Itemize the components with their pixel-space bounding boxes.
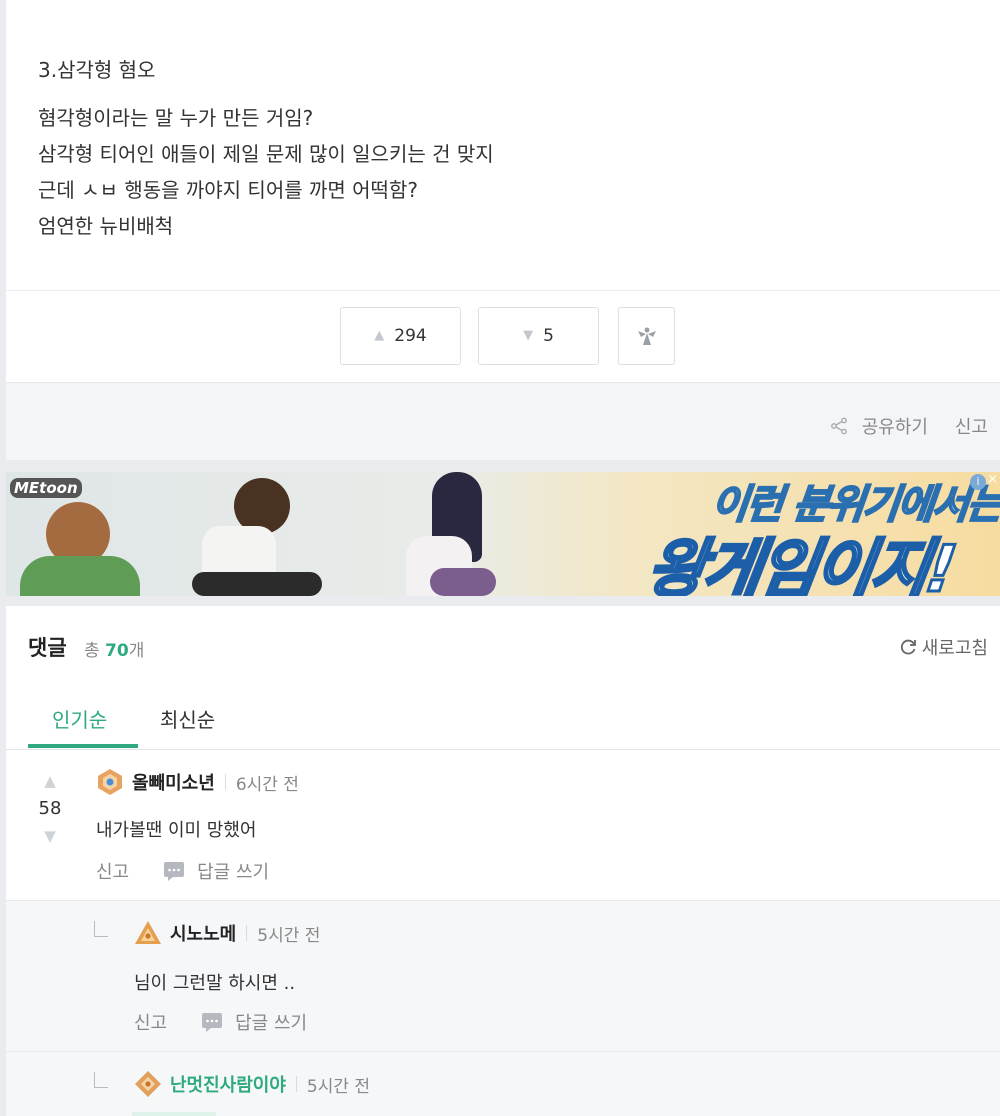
- ad-logo: MEtoon: [10, 478, 82, 498]
- refresh-label: 새로고침: [921, 638, 988, 659]
- comment-author[interactable]: 올빼미소년: [132, 769, 215, 795]
- article-line: 삼각형 티어인 애들이 제일 문제 많이 일으키는 건 맞지: [38, 142, 494, 166]
- comments-total-prefix: 총: [84, 641, 100, 661]
- reply-indent-icon: [94, 1072, 108, 1088]
- ad-figure: [430, 568, 496, 596]
- comment-text: 님이 그런말 하시면 ..: [134, 973, 296, 994]
- upvote-button[interactable]: ▲ 294: [340, 307, 461, 365]
- author-highlight-bar: [132, 1112, 216, 1116]
- comment: ▲ 58 ▼ 올빼미소년 6시간 전 내가볼땐 이미 망했어 신고 답글 쓰기: [6, 750, 1000, 900]
- article-line: 근데 ㅅㅂ 행동을 까야지 티어를 까면 어떡함?: [38, 178, 418, 202]
- comment-vote: ▲ 58 ▼: [34, 772, 66, 845]
- downvote-count: 5: [543, 326, 554, 346]
- report-button[interactable]: 신고: [955, 413, 988, 439]
- comments-title: 댓글: [28, 636, 67, 660]
- comment-actions: 신고 답글 쓰기: [96, 858, 269, 884]
- comment-header: 난멋진사람이야 5시간 전: [134, 1070, 370, 1098]
- comment-header: 올빼미소년 6시간 전: [96, 768, 299, 796]
- ad-headline-large: 왕게임이지!: [640, 532, 959, 597]
- comment-actions: 신고 답글 쓰기: [134, 1009, 307, 1035]
- share-button[interactable]: 공유하기: [830, 413, 928, 439]
- angel-button[interactable]: [618, 307, 675, 365]
- reply-indent-icon: [94, 921, 108, 937]
- comments-count-suffix: 개: [128, 641, 145, 661]
- triangle-up-icon: ▲: [374, 327, 385, 343]
- reply-icon: [202, 1013, 223, 1032]
- article-line: 혐각형이라는 말 누가 만든 거임?: [38, 106, 314, 130]
- separator: [246, 925, 248, 941]
- tab-latest[interactable]: 최신순: [160, 704, 215, 733]
- comment-report-button[interactable]: 신고: [134, 1009, 167, 1035]
- article-body: 3.삼각형 혐오 혐각형이라는 말 누가 만든 거임? 삼각형 티어인 애들이 …: [6, 0, 1000, 290]
- ad-figure: [192, 572, 322, 596]
- active-tab-indicator: [28, 744, 138, 748]
- ad-figure: [20, 556, 140, 596]
- upvote-count: 294: [394, 326, 427, 346]
- tier-badge-icon: [98, 769, 122, 795]
- comment-reply-button[interactable]: 답글 쓰기: [201, 1009, 307, 1035]
- comment-reply: 난멋진사람이야 5시간 전: [6, 1051, 1000, 1116]
- comment-time: 5시간 전: [306, 1076, 371, 1097]
- refresh-button[interactable]: 새로고침: [898, 634, 988, 660]
- tier-badge-icon: [135, 921, 161, 944]
- article-heading: 3.삼각형 혐오: [38, 58, 156, 82]
- article-text: 혐각형이라는 말 누가 만든 거임? 삼각형 티어인 애들이 제일 문제 많이 …: [38, 100, 494, 244]
- separator: [224, 774, 226, 790]
- comments-total: 총 70개: [84, 636, 144, 661]
- ad-close-icon[interactable]: ×: [987, 472, 998, 487]
- reply-icon: [164, 862, 185, 881]
- comment-reply: 시노노메 5시간 전 님이 그런말 하시면 .. 신고 답글 쓰기: [6, 900, 1000, 1051]
- comment-text: 내가볼땐 이미 망했어: [96, 820, 257, 841]
- downvote-button[interactable]: ▼ 5: [478, 307, 599, 365]
- comment-reply-button[interactable]: 답글 쓰기: [163, 858, 269, 884]
- comment-vote-count: 58: [38, 798, 62, 819]
- reply-label: 답글 쓰기: [197, 862, 270, 883]
- triangle-down-icon: ▼: [523, 327, 534, 343]
- angel-icon: [637, 327, 656, 345]
- refresh-icon: [900, 639, 916, 655]
- tier-badge-icon: [135, 1071, 161, 1097]
- share-bar: 공유하기 신고: [6, 382, 1000, 460]
- comment-upvote-icon[interactable]: ▲: [34, 772, 66, 790]
- tab-popular[interactable]: 인기순: [52, 704, 107, 733]
- comment-header: 시노노메 5시간 전: [134, 919, 320, 947]
- reply-label: 답글 쓰기: [235, 1013, 308, 1034]
- comment-author[interactable]: 난멋진사람이야: [170, 1071, 286, 1097]
- comments-section: 댓글 총 70개 새로고침 인기순 최신순 ▲ 58 ▼ 올빼미소년 6시간 전: [6, 606, 1000, 1116]
- comment-author[interactable]: 시노노메: [170, 920, 236, 946]
- comments-count: 70: [105, 641, 129, 661]
- share-icon: [830, 417, 847, 435]
- comment-time: 5시간 전: [257, 925, 321, 946]
- comment-downvote-icon[interactable]: ▼: [34, 827, 66, 845]
- share-label: 공유하기: [861, 417, 928, 438]
- vote-area: ▲ 294 ▼ 5: [6, 290, 1000, 382]
- ad-info-icon[interactable]: i: [970, 474, 986, 490]
- comment-time: 6시간 전: [235, 774, 299, 795]
- comment-report-button[interactable]: 신고: [96, 858, 129, 884]
- separator: [295, 1076, 297, 1092]
- ad-banner[interactable]: MEtoon 이런 분위기에서는 왕게임이지! i ×: [6, 472, 1000, 596]
- article-line: 엄연한 뉴비배척: [38, 214, 174, 238]
